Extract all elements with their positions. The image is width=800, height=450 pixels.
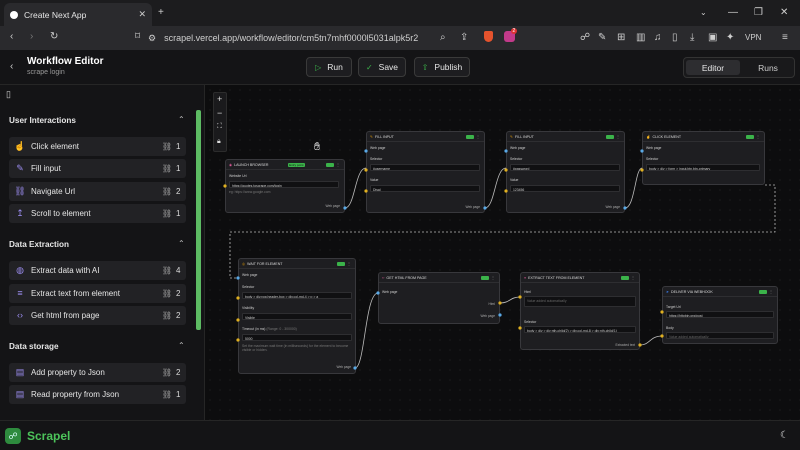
port-handle (364, 189, 368, 193)
port-handle (364, 149, 368, 153)
hand-cursor-icon: ✋︎ (314, 141, 321, 153)
port-handle (483, 206, 487, 210)
port-handle (236, 338, 240, 342)
port-handle (638, 343, 642, 347)
port-handle (660, 310, 664, 314)
brand-name: Scrapel (27, 429, 71, 443)
port-handle (518, 295, 522, 299)
logo-icon: ☍ (5, 428, 21, 444)
port-handle (623, 206, 627, 210)
port-handles (223, 149, 664, 370)
port-handle (353, 366, 357, 370)
port-handle (364, 168, 368, 172)
port-handle (343, 206, 347, 210)
port-handle (518, 326, 522, 330)
port-handle (236, 296, 240, 300)
port-handle (498, 313, 502, 317)
theme-toggle-icon[interactable]: ☾ (780, 430, 789, 441)
port-handle (504, 189, 508, 193)
port-handle (498, 301, 502, 305)
app-footer: ☍ Scrapel ☾ (0, 420, 800, 450)
port-handle (223, 184, 227, 188)
port-handle (236, 318, 240, 322)
port-handle (640, 168, 644, 172)
port-handle (236, 276, 240, 280)
port-handle (376, 291, 380, 295)
port-handle (640, 149, 644, 153)
port-handle (504, 149, 508, 153)
port-handle (660, 334, 664, 338)
port-handle (504, 168, 508, 172)
